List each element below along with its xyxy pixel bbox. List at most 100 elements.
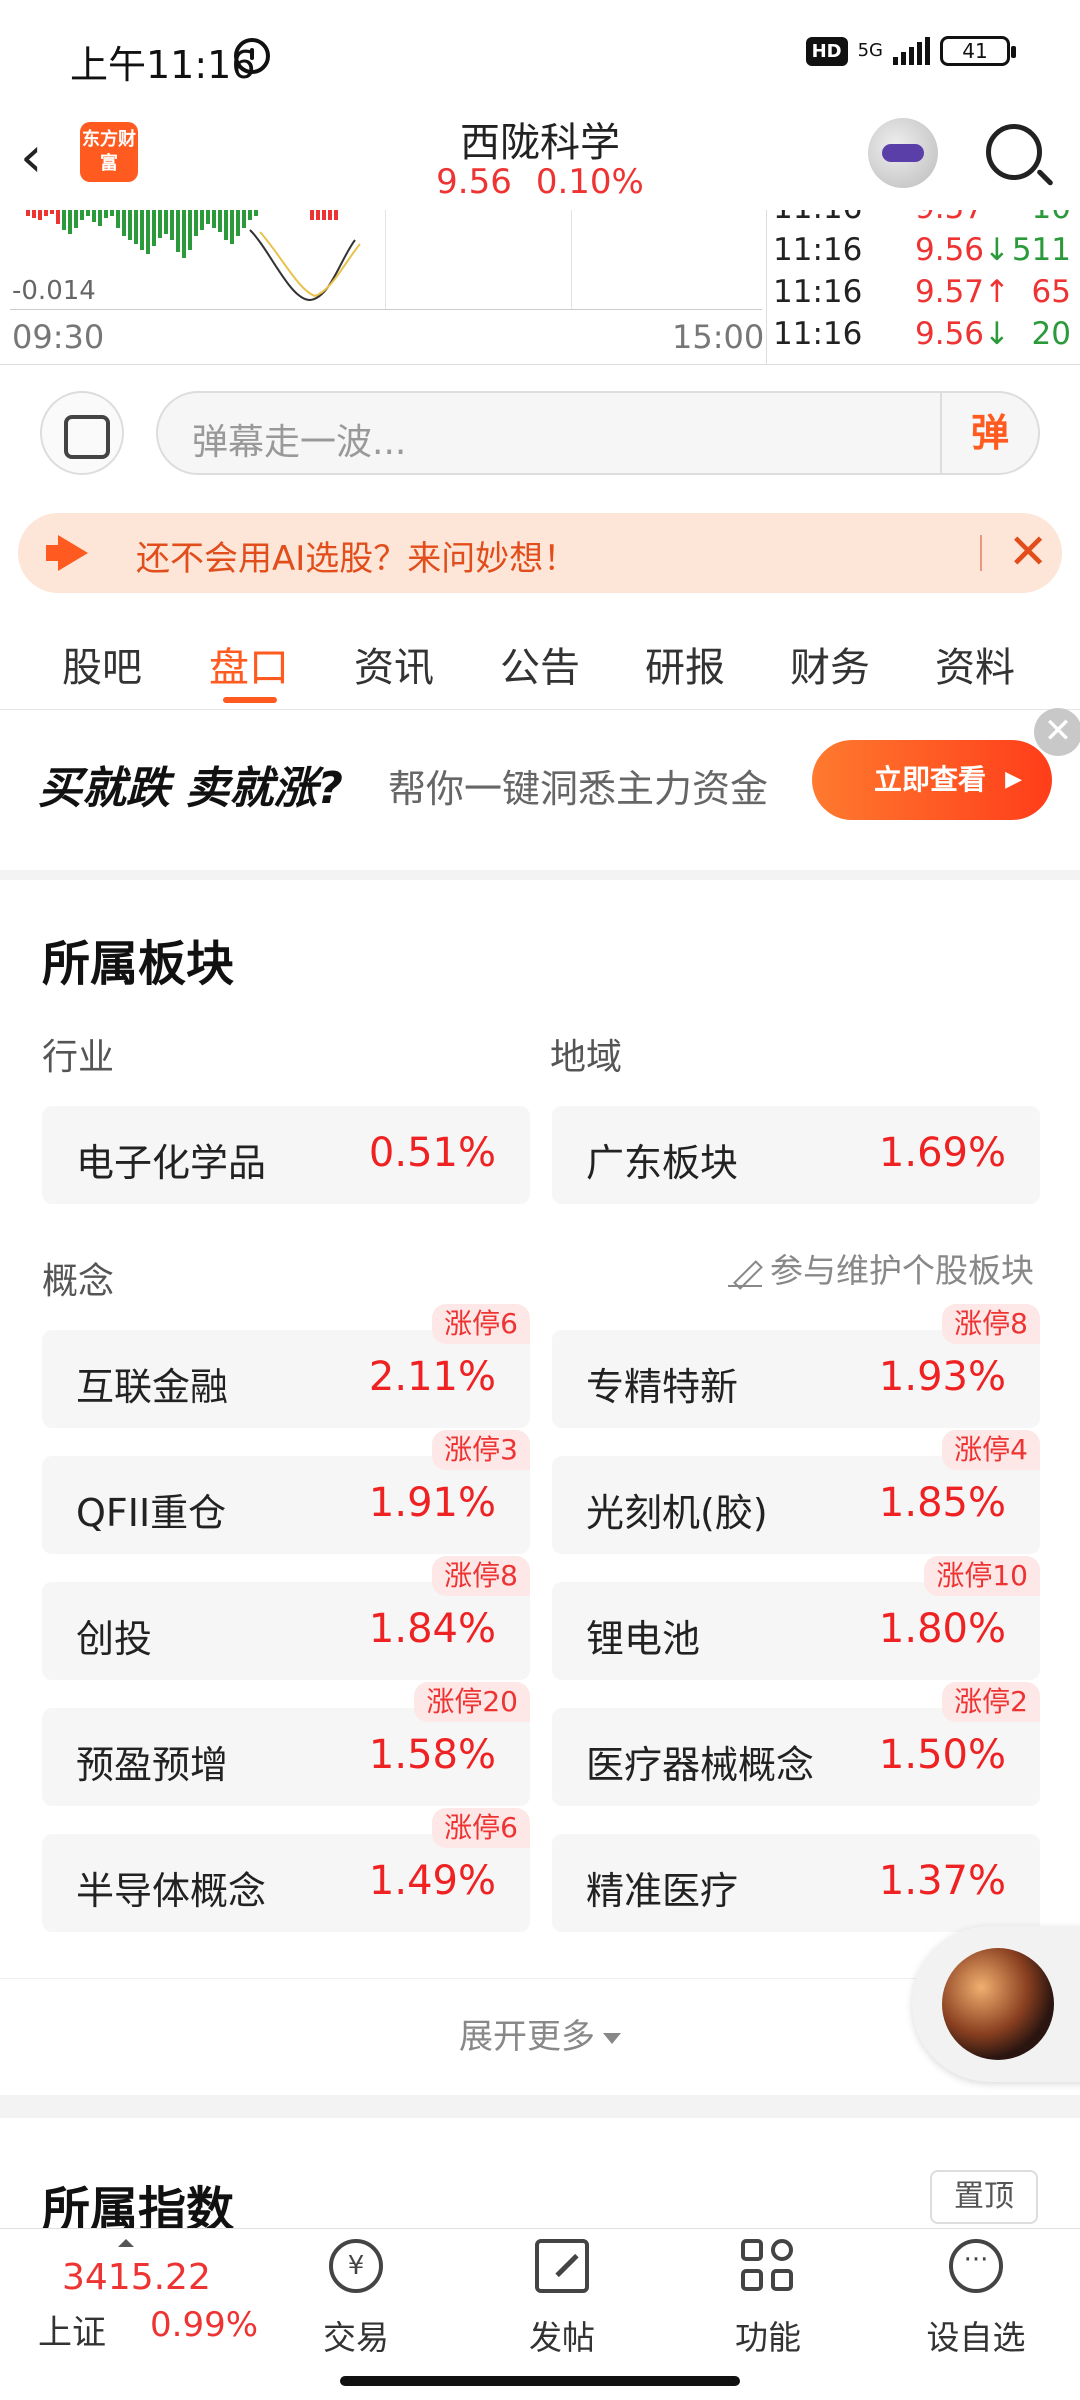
maintain-sectors-link[interactable]: 参与维护个股板块 [728,1244,1034,1292]
sectors-title: 所属板块 [42,936,235,992]
promo-ad[interactable]: 买就跌 卖就涨? 帮你一键洞悉主力资金 立即查看 ▶ ✕ [0,708,1080,870]
index-change-pct[interactable]: 0.99% [150,2305,258,2345]
down-arrow-icon: ↓ [984,316,1011,352]
volume-bar [316,210,320,220]
concept-name: 医疗器械概念 [586,1743,815,1787]
chevron-down-icon [603,2033,621,2044]
stock-header: 西陇科学 9.56 0.10% ‹ 东方财富 [0,110,1080,210]
post-button[interactable]: 发帖 [502,2239,622,2389]
limit-up-badge: 涨停10 [924,1556,1040,1596]
concept-pct: 1.80% [878,1606,1006,1652]
tick-volume: 511 [1011,232,1071,268]
concept-pct: 1.49% [368,1858,496,1904]
volume-bar [224,210,228,240]
ai-banner[interactable]: 还不会用AI选股？来问妙想！ ✕ [18,513,1062,593]
concept-item[interactable]: 涨停6 互联金融 2.11% [42,1304,530,1428]
sector-region[interactable]: 广东板块 1.69% [552,1106,1040,1204]
volume-bar [188,210,192,250]
functions-button[interactable]: 功能 [708,2239,828,2389]
tick-time: 11:16 [773,232,863,268]
trade-button[interactable]: ¥ 交易 [296,2239,416,2389]
concept-pct: 2.11% [368,1354,496,1400]
search-icon[interactable] [986,124,1042,180]
tick-price: 9.56↓ [915,232,1010,268]
tick-price-value: 9.56 [915,316,985,352]
volume-bar [80,210,84,220]
limit-up-badge: 涨停3 [432,1430,530,1470]
volume-bar [218,210,222,232]
expand-up-icon[interactable] [118,2239,134,2247]
ai-banner-text[interactable]: 还不会用AI选股？来问妙想！ [136,531,577,580]
functions-label: 功能 [735,2318,801,2357]
volume-bar [98,210,102,226]
danmaku-input[interactable]: 弹幕走一波... 弹 [156,391,1040,475]
sector-industry[interactable]: 电子化学品 0.51% [42,1106,530,1204]
volume-bar [74,210,78,228]
add-watchlist-button[interactable]: ··· 设自选 [916,2239,1036,2389]
limit-up-badge: 涨停8 [432,1556,530,1596]
network-type: 5G [857,40,883,61]
industry-label: 行业 [42,1037,115,1078]
view-now-button[interactable]: 立即查看 ▶ [812,740,1052,820]
ad-subtitle: 帮你一键洞悉主力资金 [388,767,769,811]
tick-row: 11:16 9.56↓ 511 [767,232,1077,272]
volume-bar [158,210,162,238]
concept-item[interactable]: 涨停2 医疗器械概念 1.50% [552,1682,1040,1806]
concept-item[interactable]: 涨停10 锂电池 1.80% [552,1556,1040,1680]
concept-item[interactable]: 涨停3 QFII重仓 1.91% [42,1430,530,1554]
up-arrow-icon: ↑ [984,274,1011,310]
close-ad-icon[interactable]: ✕ [1034,708,1080,756]
concept-item[interactable]: 涨停8 创投 1.84% [42,1556,530,1680]
tab-guba[interactable]: 股吧 [62,635,142,693]
volume-bar [38,210,42,220]
danmaku-toggle-button[interactable]: 弹 [940,393,1038,473]
chart-time-start: 09:30 [12,318,105,356]
mini-intraday-chart[interactable] [10,210,762,310]
volume-bar [328,210,332,220]
volume-bar [134,210,138,244]
tick-price: 9.56↓ [915,316,1010,352]
region-label: 地域 [550,1037,623,1078]
eastmoney-logo[interactable]: 东方财富 [80,122,138,182]
volume-bar [26,210,30,216]
home-indicator[interactable] [340,2376,740,2386]
tab-finance[interactable]: 财务 [790,635,870,693]
volume-bar [56,210,60,224]
tab-announcements[interactable]: 公告 [500,635,580,693]
tick-time: 11:16 [773,274,863,310]
tab-research[interactable]: 研报 [645,635,725,693]
view-now-label: 立即查看 [874,763,987,796]
concept-item[interactable]: 涨停20 预盈预增 1.58% [42,1682,530,1806]
concept-pct: 1.84% [368,1606,496,1652]
volume-bar [254,210,258,216]
concept-item[interactable]: 涨停6 半导体概念 1.49% [42,1808,530,1932]
volume-bar [50,210,54,214]
tick-list[interactable]: 11:16 9.57 10 11:16 9.56↓ 511 11:16 9.57… [766,210,1080,364]
index-value[interactable]: 3415.22 [62,2257,211,2298]
tab-news[interactable]: 资讯 [354,635,434,693]
floating-widget[interactable] [912,1926,1080,2082]
concept-name: 锂电池 [586,1617,701,1661]
limit-up-badge: 涨停6 [432,1808,530,1848]
concept-name: 互联金融 [76,1365,229,1409]
tab-pankou[interactable]: 盘口 [209,635,289,693]
grid-line [571,210,572,309]
close-icon[interactable]: ✕ [1008,523,1048,581]
back-icon[interactable]: ‹ [20,128,70,188]
concept-name: QFII重仓 [76,1491,227,1535]
trade-label: 交易 [323,2318,389,2357]
index-name[interactable]: 上证 [38,2305,106,2354]
divider [980,535,982,571]
volume-bar [146,210,150,254]
volume-bar [334,210,338,220]
pin-top-button[interactable]: 置顶 [930,2170,1038,2224]
concept-pct: 1.58% [368,1732,496,1778]
danmaku-settings-icon[interactable] [40,391,124,475]
volume-bar [152,210,156,246]
concept-item[interactable]: 涨停8 专精特新 1.93% [552,1304,1040,1428]
concept-item[interactable]: 精准医疗 1.37% [552,1834,1040,1932]
concept-item[interactable]: 涨停4 光刻机(胶) 1.85% [552,1430,1040,1554]
tab-profile[interactable]: 资料 [935,635,1015,693]
sector-pct: 1.69% [878,1130,1006,1176]
ai-assistant-avatar[interactable] [868,118,938,188]
